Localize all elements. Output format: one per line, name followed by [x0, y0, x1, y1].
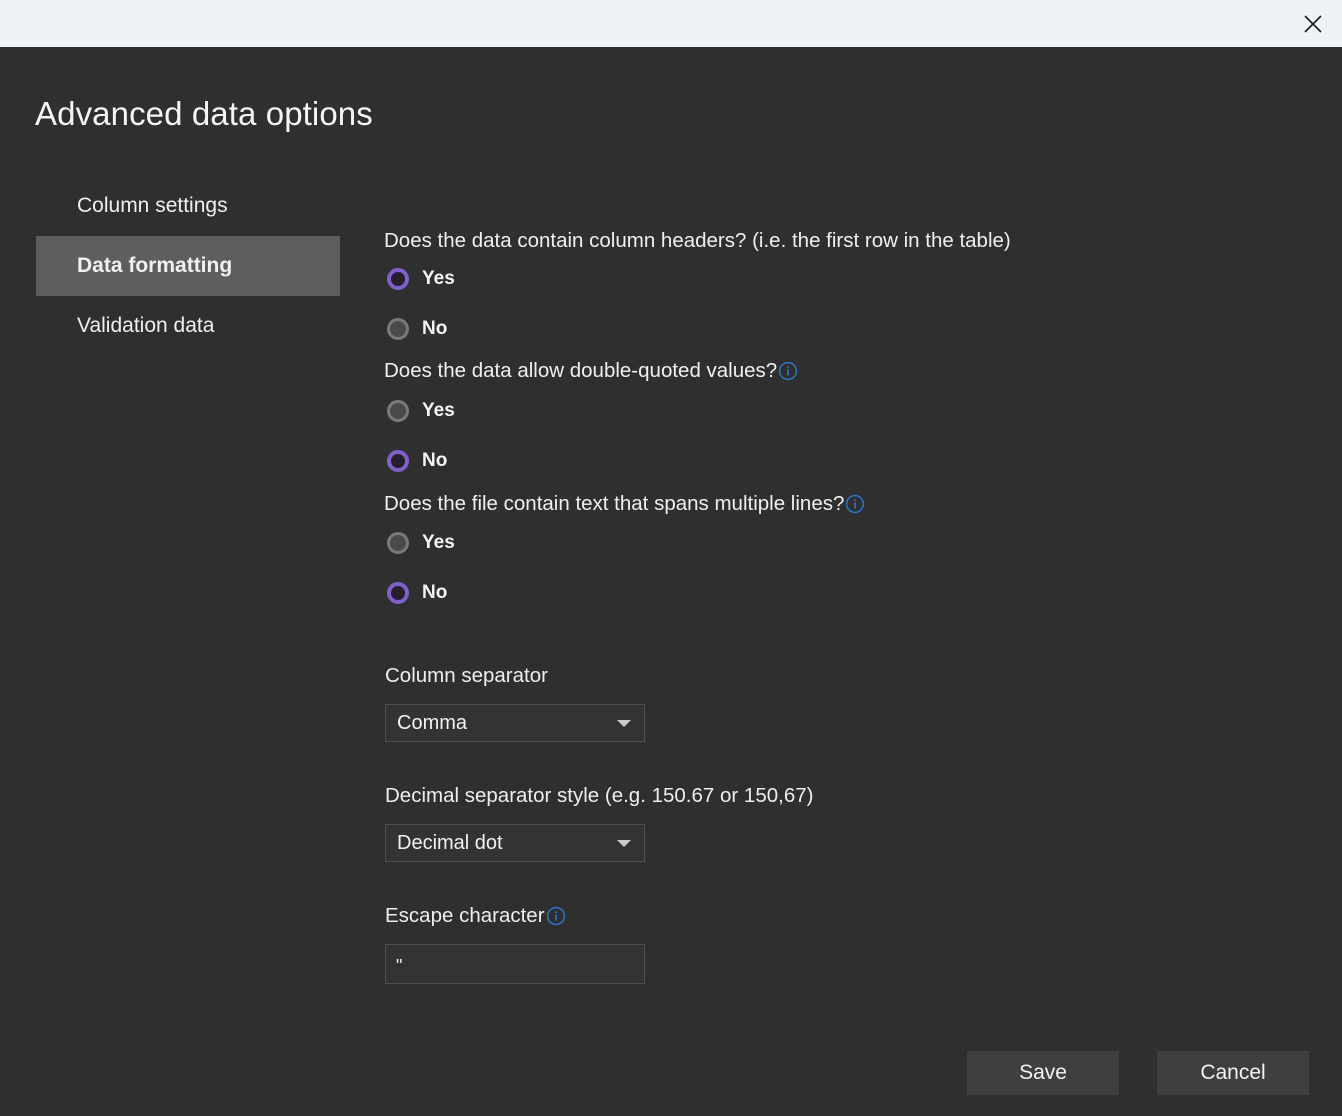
- column-separator-value: Comma: [397, 711, 468, 734]
- radio-unselected-icon: [387, 532, 409, 554]
- radio-multiline-yes[interactable]: Yes: [387, 530, 455, 556]
- radio-selected-icon: [387, 582, 409, 604]
- decimal-separator-select[interactable]: Decimal dot: [385, 824, 645, 862]
- radio-label: No: [422, 318, 448, 339]
- sidebar-item-label: Column settings: [77, 194, 228, 217]
- info-icon[interactable]: [778, 361, 798, 381]
- radio-double-quoted-yes[interactable]: Yes: [387, 398, 455, 424]
- dialog-body: Advanced data options Column settings Da…: [0, 47, 1342, 1116]
- question-text: Does the data allow double-quoted values…: [384, 359, 778, 382]
- page-title: Advanced data options: [35, 95, 373, 132]
- escape-character-input[interactable]: [385, 944, 645, 984]
- chevron-down-icon: [617, 719, 631, 727]
- radio-label: No: [422, 450, 448, 471]
- radio-label: Yes: [422, 268, 455, 289]
- radio-label: Yes: [422, 400, 455, 421]
- column-separator-label: Column separator: [385, 664, 548, 687]
- info-icon[interactable]: [845, 494, 865, 514]
- dialog-footer: Save Cancel: [0, 1051, 1342, 1111]
- radio-selected-icon: [387, 268, 409, 290]
- close-icon: [1302, 13, 1324, 35]
- escape-character-label: Escape character: [385, 904, 566, 928]
- sidebar-item-label: Validation data: [77, 314, 215, 337]
- decimal-separator-value: Decimal dot: [397, 831, 503, 854]
- sidebar-nav: Column settings Data formatting Validati…: [36, 176, 340, 356]
- advanced-data-options-dialog: Advanced data options Column settings Da…: [0, 0, 1342, 1116]
- info-icon[interactable]: [546, 906, 566, 926]
- close-button[interactable]: [1290, 4, 1336, 44]
- question-double-quoted-values: Does the data allow double-quoted values…: [384, 358, 798, 384]
- column-separator-select[interactable]: Comma: [385, 704, 645, 742]
- radio-column-headers-no[interactable]: No: [387, 316, 447, 342]
- radio-unselected-icon: [387, 400, 409, 422]
- question-column-headers: Does the data contain column headers? (i…: [384, 228, 1011, 254]
- radio-label: No: [422, 582, 448, 603]
- question-text: Does the file contain text that spans mu…: [384, 492, 845, 515]
- decimal-separator-label: Decimal separator style (e.g. 150.67 or …: [385, 784, 814, 807]
- radio-label: Yes: [422, 532, 455, 553]
- question-text: Does the data contain column headers? (i…: [384, 229, 1011, 252]
- cancel-button[interactable]: Cancel: [1157, 1051, 1309, 1095]
- radio-column-headers-yes[interactable]: Yes: [387, 266, 455, 292]
- chevron-down-icon: [617, 839, 631, 847]
- escape-character-label-text: Escape character: [385, 904, 545, 927]
- question-multiline-text: Does the file contain text that spans mu…: [384, 491, 865, 517]
- sidebar-item-data-formatting[interactable]: Data formatting: [36, 236, 340, 296]
- window-titlebar: [0, 0, 1342, 47]
- sidebar-item-column-settings[interactable]: Column settings: [36, 176, 340, 236]
- sidebar-item-label: Data formatting: [77, 254, 233, 277]
- radio-multiline-no[interactable]: No: [387, 580, 447, 606]
- radio-selected-icon: [387, 450, 409, 472]
- radio-unselected-icon: [387, 318, 409, 340]
- radio-double-quoted-no[interactable]: No: [387, 448, 447, 474]
- sidebar-item-validation-data[interactable]: Validation data: [36, 296, 340, 356]
- save-button[interactable]: Save: [967, 1051, 1119, 1095]
